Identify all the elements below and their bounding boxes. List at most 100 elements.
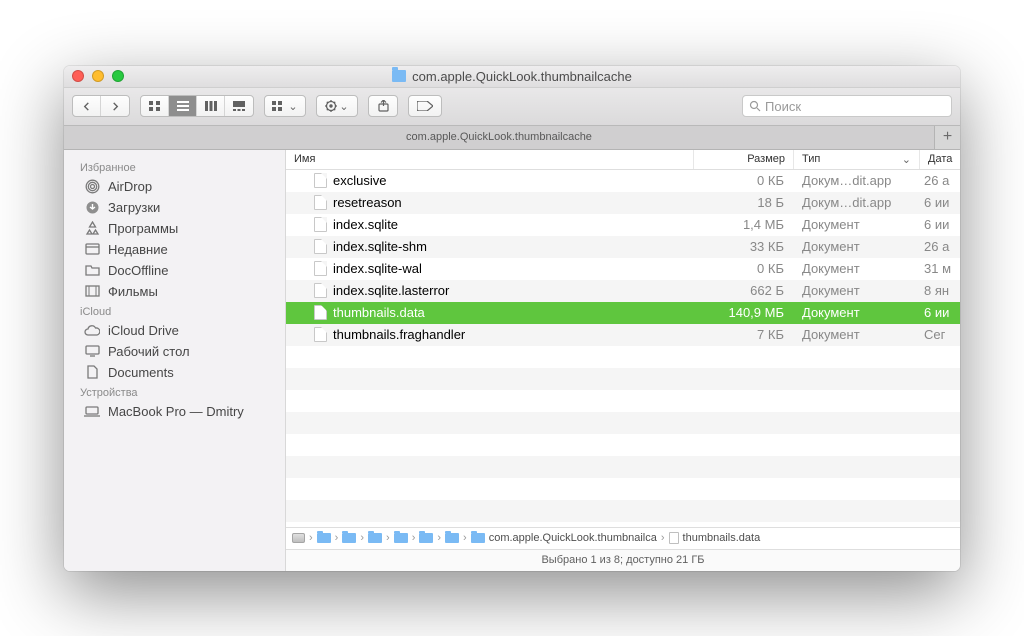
folder-icon <box>392 70 406 82</box>
sidebar-item[interactable]: Программы <box>64 218 285 239</box>
forward-button[interactable] <box>101 96 129 116</box>
file-name: index.sqlite-shm <box>333 239 427 254</box>
sidebar: ИзбранноеAirDrop Загрузки Программы Недавни… <box>64 150 286 571</box>
path-folder-label: com.apple.QuickLook.thumbnailca <box>489 532 657 544</box>
cloud-icon <box>84 323 100 337</box>
file-row[interactable]: resetreason18 БДокум…dit.app6 ии <box>286 192 960 214</box>
sidebar-section-label: iCloud <box>64 302 285 320</box>
file-icon <box>314 261 327 276</box>
column-header-size[interactable]: Размер <box>694 150 794 169</box>
column-headers: Имя Размер Тип⌄ Дата <box>286 150 960 170</box>
file-date: Сег <box>920 327 960 342</box>
share-button[interactable] <box>368 95 398 117</box>
view-mode <box>140 95 254 117</box>
list-view-button[interactable] <box>169 96 197 116</box>
folder-icon <box>445 533 459 543</box>
file-icon <box>314 217 327 232</box>
folder-icon <box>84 263 100 277</box>
empty-row <box>286 368 960 390</box>
zoom-button[interactable] <box>112 70 124 82</box>
file-row[interactable]: index.sqlite1,4 МБДокумент6 ии <box>286 214 960 236</box>
folder-icon <box>419 533 433 543</box>
file-icon <box>314 305 327 320</box>
sidebar-item[interactable]: Фильмы <box>64 281 285 302</box>
file-name: thumbnails.data <box>333 305 425 320</box>
arrange-button-group: ⌄ <box>264 95 306 117</box>
new-tab-button[interactable]: + <box>934 126 960 149</box>
tabbar: com.apple.QuickLook.thumbnailcache + <box>64 126 960 150</box>
file-row[interactable]: exclusive0 КБДокум…dit.app26 а <box>286 170 960 192</box>
back-button[interactable] <box>73 96 101 116</box>
file-size: 33 КБ <box>694 239 794 254</box>
sidebar-item[interactable]: Загрузки <box>64 197 285 218</box>
apps-icon <box>84 221 100 235</box>
file-name: thumbnails.fraghandler <box>333 327 465 342</box>
icon-view-button[interactable] <box>141 96 169 116</box>
minimize-button[interactable] <box>92 70 104 82</box>
sidebar-section-label: Избранное <box>64 158 285 176</box>
finder-window: com.apple.QuickLook.thumbnailcache ⌄ ⌄ П… <box>64 66 960 571</box>
search-icon <box>749 100 761 112</box>
folder-icon <box>342 533 356 543</box>
file-size: 7 КБ <box>694 327 794 342</box>
file-kind: Документ <box>794 261 920 276</box>
file-row[interactable]: index.sqlite-wal0 КБДокумент31 м <box>286 258 960 280</box>
sidebar-item[interactable]: Documents <box>64 362 285 383</box>
sidebar-item[interactable]: Рабочий стол <box>64 341 285 362</box>
file-size: 140,9 МБ <box>694 305 794 320</box>
file-icon <box>314 173 327 188</box>
column-header-kind[interactable]: Тип⌄ <box>794 150 920 169</box>
sidebar-item-label: iCloud Drive <box>108 323 179 338</box>
sidebar-item-label: Программы <box>108 221 178 236</box>
file-kind: Документ <box>794 217 920 232</box>
file-row[interactable]: index.sqlite-shm33 КБДокумент26 а <box>286 236 960 258</box>
file-row[interactable]: thumbnails.data 140,9 МБДокумент6 ии <box>286 302 960 324</box>
file-date: 6 ии <box>920 217 960 232</box>
gallery-view-button[interactable] <box>225 96 253 116</box>
pathbar[interactable]: › › › › › › › com.apple.QuickLook.thumbn… <box>286 527 960 549</box>
action-button[interactable]: ⌄ <box>317 96 357 116</box>
sidebar-item-label: Загрузки <box>108 200 160 215</box>
column-header-date[interactable]: Дата <box>920 150 960 169</box>
sidebar-item[interactable]: iCloud Drive <box>64 320 285 341</box>
file-kind: Документ <box>794 327 920 342</box>
sidebar-item[interactable]: AirDrop <box>64 176 285 197</box>
file-icon <box>314 327 327 342</box>
file-row[interactable]: index.sqlite.lasterror662 БДокумент8 ян <box>286 280 960 302</box>
file-date: 31 м <box>920 261 960 276</box>
chevron-down-icon: ⌄ <box>902 153 911 166</box>
sidebar-item-label: Рабочий стол <box>108 344 190 359</box>
file-row[interactable]: thumbnails.fraghandler 7 КБДокументСег <box>286 324 960 346</box>
laptop-icon <box>84 404 100 418</box>
sidebar-item[interactable]: Недавние <box>64 239 285 260</box>
column-header-name[interactable]: Имя <box>286 150 694 169</box>
sidebar-item[interactable]: DocOffline <box>64 260 285 281</box>
file-name: exclusive <box>333 173 386 188</box>
file-date: 6 ии <box>920 195 960 210</box>
chevron-down-icon: ⌄ <box>339 100 348 113</box>
window-title-text: com.apple.QuickLook.thumbnailcache <box>412 69 632 84</box>
sidebar-item[interactable]: MacBook Pro — Dmitry <box>64 401 285 422</box>
tab[interactable]: com.apple.QuickLook.thumbnailcache <box>64 126 934 149</box>
empty-row <box>286 412 960 434</box>
arrange-button[interactable]: ⌄ <box>265 96 305 116</box>
empty-row <box>286 346 960 368</box>
close-button[interactable] <box>72 70 84 82</box>
search-field[interactable]: Поиск <box>742 95 952 117</box>
file-icon <box>314 195 327 210</box>
sidebar-item-label: DocOffline <box>108 263 168 278</box>
file-date: 6 ии <box>920 305 960 320</box>
file-icon <box>314 283 327 298</box>
sidebar-item-label: Недавние <box>108 242 168 257</box>
file-list: exclusive0 КБДокум…dit.app26 а resetreaso… <box>286 170 960 527</box>
file-icon <box>669 532 679 544</box>
empty-row <box>286 390 960 412</box>
file-size: 18 Б <box>694 195 794 210</box>
file-name: resetreason <box>333 195 402 210</box>
folder-icon <box>394 533 408 543</box>
traffic-lights <box>72 70 124 82</box>
column-view-button[interactable] <box>197 96 225 116</box>
file-kind: Документ <box>794 305 920 320</box>
tags-button[interactable] <box>408 95 442 117</box>
toolbar: ⌄ ⌄ Поиск <box>64 88 960 126</box>
